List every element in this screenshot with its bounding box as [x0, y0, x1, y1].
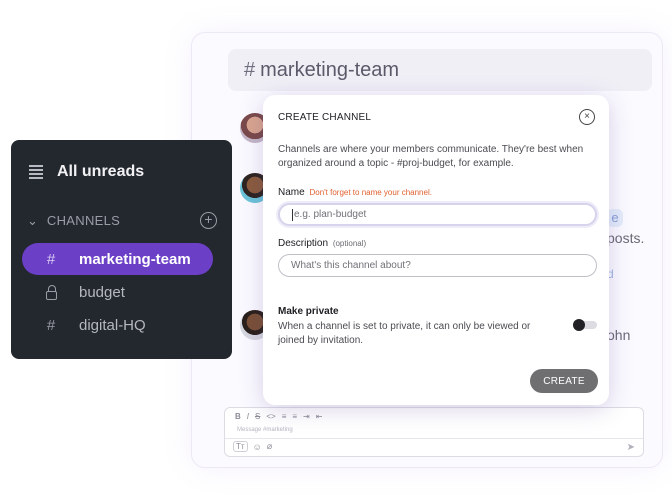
name-error-hint: Don't forget to name your channel.: [309, 188, 432, 197]
sidebar-item-label: marketing-team: [79, 250, 191, 268]
indent-icon[interactable]: ⇥: [303, 412, 310, 421]
hash-icon: #: [46, 250, 56, 268]
make-private-description: When a channel is set to private, it can…: [278, 321, 531, 346]
channels-label: CHANNELS: [46, 213, 121, 228]
dialog-title: CREATE CHANNEL: [278, 112, 372, 123]
sidebar-item-label: digital-HQ: [79, 316, 146, 334]
make-private-title: Make private: [278, 306, 339, 317]
close-icon[interactable]: ×: [579, 109, 595, 125]
name-input[interactable]: e.g. plan-budget: [278, 203, 597, 226]
optional-hint: (optional): [332, 239, 367, 248]
sidebar: All unreads ⌄ CHANNELS + # marketing-tea…: [11, 140, 232, 359]
create-button[interactable]: CREATE: [530, 369, 598, 393]
bold-icon[interactable]: B: [235, 412, 241, 421]
channel-title: marketing-team: [260, 58, 400, 81]
emoji-icon[interactable]: ☺: [253, 442, 262, 452]
channels-section-header[interactable]: ⌄ CHANNELS +: [27, 212, 217, 229]
outdent-icon[interactable]: ⇤: [316, 412, 323, 421]
unreads-icon: [29, 163, 43, 181]
text-format-button[interactable]: Tт: [233, 441, 248, 452]
dialog-description: Channels are where your members communic…: [278, 144, 584, 169]
name-placeholder: e.g. plan-budget: [294, 209, 367, 220]
hash-icon: #: [244, 58, 256, 81]
all-unreads-item[interactable]: All unreads: [29, 163, 144, 181]
description-input[interactable]: What's this channel about?: [278, 254, 597, 277]
format-toolbar: B I S <> ≡ ≡ ⇥ ⇤: [235, 412, 322, 421]
text-caret: [292, 208, 293, 221]
name-field-label: Name Don't forget to name your channel.: [278, 187, 432, 198]
channel-header: # marketing-team: [228, 49, 652, 91]
bullet-list-icon[interactable]: ≡: [292, 412, 297, 421]
make-private-toggle[interactable]: [571, 319, 597, 331]
toggle-knob: [573, 319, 585, 331]
divider: [225, 438, 643, 439]
description-field-label: Description (optional): [278, 238, 366, 249]
stage: # marketing-team e posts. d ohn B I S <>…: [0, 0, 672, 500]
add-channel-icon[interactable]: +: [200, 212, 217, 229]
attach-icon[interactable]: ⌀: [267, 441, 272, 452]
description-label: Description: [278, 238, 329, 249]
send-icon[interactable]: ➤: [627, 442, 635, 453]
hash-icon: #: [46, 316, 56, 334]
message-text-fragment: ohn: [607, 327, 631, 343]
message-composer[interactable]: B I S <> ≡ ≡ ⇥ ⇤ Message #marketing Tт ☺…: [224, 407, 644, 457]
sidebar-item-marketing-team[interactable]: # marketing-team: [22, 243, 213, 275]
reaction-badge[interactable]: e: [607, 209, 623, 227]
sidebar-item-budget[interactable]: budget: [22, 276, 213, 308]
strike-icon[interactable]: S: [255, 412, 260, 421]
code-icon[interactable]: <>: [266, 412, 275, 421]
create-channel-dialog: CREATE CHANNEL × Channels are where your…: [263, 95, 609, 405]
all-unreads-label: All unreads: [57, 163, 145, 180]
composer-placeholder[interactable]: Message #marketing: [237, 427, 293, 433]
name-label: Name: [278, 187, 305, 198]
composer-actions: Tт ☺ ⌀: [233, 441, 272, 452]
lock-icon: [42, 284, 60, 301]
description-placeholder: What's this channel about?: [291, 260, 411, 271]
chevron-down-icon[interactable]: ⌄: [27, 213, 38, 229]
sidebar-item-label: budget: [79, 283, 125, 301]
italic-icon[interactable]: I: [247, 412, 249, 421]
message-text-fragment: posts.: [607, 230, 645, 246]
ordered-list-icon[interactable]: ≡: [282, 412, 287, 421]
sidebar-item-digital-hq[interactable]: # digital-HQ: [22, 309, 213, 341]
